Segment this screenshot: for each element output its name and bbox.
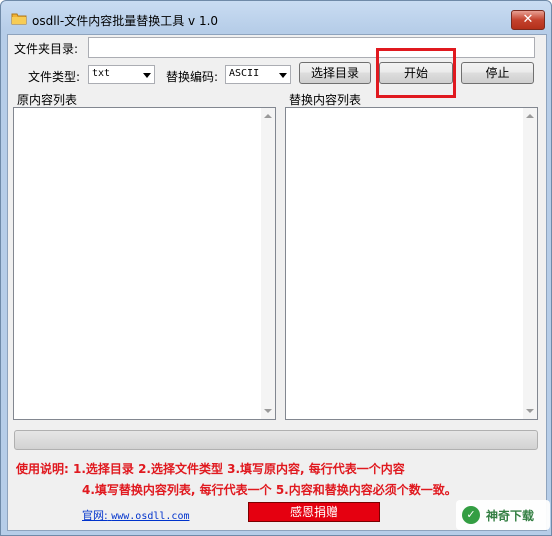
website-url: www.osdll.com (111, 511, 190, 522)
scrollbar[interactable] (261, 108, 275, 419)
website-label: 官网: (82, 509, 108, 522)
folder-input[interactable] (88, 37, 535, 58)
scroll-down-icon[interactable] (526, 409, 534, 413)
instruction-line-1: 使用说明: 1.选择目录 2.选择文件类型 3.填写原内容, 每行代表一个内容 (16, 462, 405, 476)
filetype-label: 文件类型: (28, 70, 81, 84)
chevron-down-icon (279, 73, 287, 78)
watermark-logo-icon: ✓ (462, 506, 480, 524)
instruction-line-2: 4.填写替换内容列表, 每行代表一个 5.内容和替换内容必须个数一致。 (82, 483, 457, 497)
original-list-label: 原内容列表 (17, 93, 78, 107)
encoding-value: ASCII (229, 68, 260, 79)
scrollbar[interactable] (523, 108, 537, 419)
scroll-up-icon[interactable] (526, 114, 534, 118)
watermark: ✓ 神奇下载 (456, 500, 550, 530)
folder-icon (11, 13, 27, 25)
title-bar: osdll-文件内容批量替换工具 v 1.0 ✕ (1, 1, 551, 35)
select-dir-button[interactable]: 选择目录 (299, 62, 371, 84)
replace-list-label: 替换内容列表 (289, 93, 362, 107)
close-button[interactable]: ✕ (511, 10, 545, 30)
folder-label: 文件夹目录: (14, 42, 79, 56)
encoding-label: 替换编码: (166, 70, 219, 84)
scroll-up-icon[interactable] (264, 114, 272, 118)
chevron-down-icon (143, 73, 151, 78)
encoding-select[interactable]: ASCII (225, 65, 291, 84)
donate-button[interactable]: 感恩捐赠 (248, 502, 380, 522)
filetype-value: txt (92, 68, 111, 79)
progress-bar (14, 430, 538, 450)
scroll-down-icon[interactable] (264, 409, 272, 413)
stop-button[interactable]: 停止 (461, 62, 534, 84)
original-content-textarea[interactable] (13, 107, 276, 420)
replace-content-textarea[interactable] (285, 107, 538, 420)
website-link[interactable]: 官网: www.osdll.com (82, 507, 190, 523)
start-highlight-box (376, 48, 456, 98)
watermark-text: 神奇下载 (486, 509, 535, 523)
window-title: osdll-文件内容批量替换工具 v 1.0 (32, 14, 219, 28)
filetype-select[interactable]: txt (88, 65, 155, 84)
